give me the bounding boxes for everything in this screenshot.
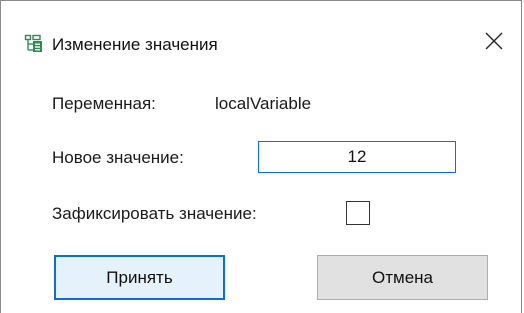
new-value-label: Новое значение: [52,148,184,167]
new-value-input[interactable] [258,141,456,173]
accept-button[interactable]: Принять [54,255,225,300]
fix-value-label: Зафиксировать значение: [52,204,257,223]
title-bar[interactable]: Изменение значения [1,1,521,61]
fix-value-checkbox[interactable] [346,201,370,225]
variable-label: Переменная: [52,94,156,113]
variable-edit-icon [24,34,44,54]
dialog-window: Изменение значения Переменная: localVari… [0,0,522,313]
close-icon [485,32,503,55]
variable-name: localVariable [215,94,312,113]
close-button[interactable] [471,23,517,63]
cancel-button[interactable]: Отмена [317,255,488,300]
dialog-title: Изменение значения [52,35,218,54]
